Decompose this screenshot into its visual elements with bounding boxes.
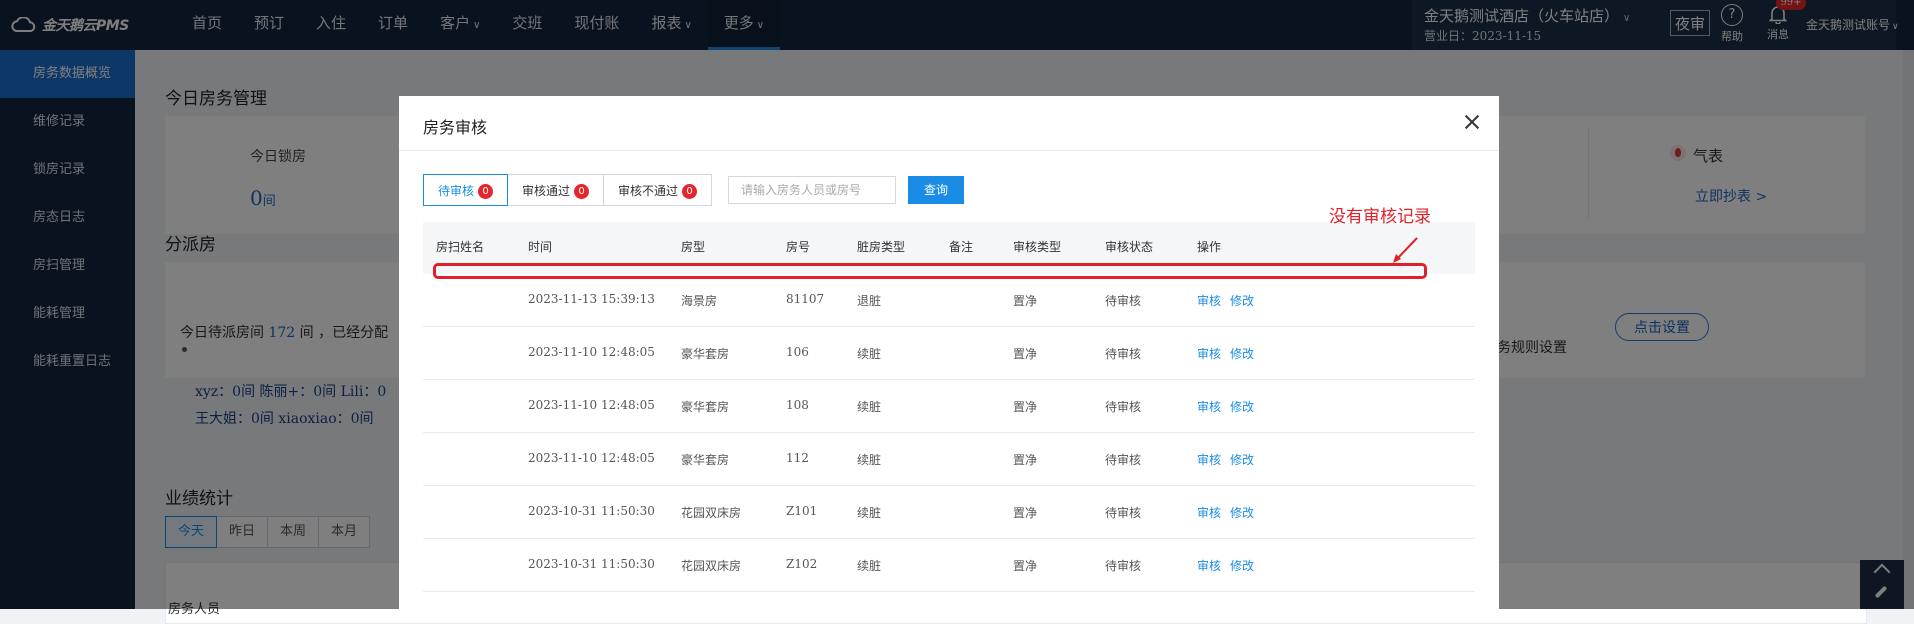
edit-link[interactable]: 修改 bbox=[1230, 398, 1254, 415]
dialog-title: 房务审核 bbox=[423, 118, 488, 137]
cell-room-no: Z101 bbox=[786, 504, 818, 518]
cell-audit-type: 置净 bbox=[1013, 347, 1038, 361]
column-header: 审核类型 bbox=[1013, 240, 1062, 254]
review-link[interactable]: 审核 bbox=[1197, 504, 1221, 521]
annotation-arrow-icon bbox=[1393, 237, 1418, 263]
table-row: 2023-11-10 12:48:05 豪华套房 108 续脏 置净 待审核 审核 修改 bbox=[423, 380, 1475, 433]
cell-dirty-type: 续脏 bbox=[857, 559, 882, 573]
column-header: 房扫姓名 bbox=[436, 240, 485, 254]
cell-dirty-type: 续脏 bbox=[857, 453, 882, 467]
cell-audit-type: 置净 bbox=[1013, 400, 1038, 414]
column-header: 备注 bbox=[949, 240, 974, 254]
cell-time: 2023-11-13 15:39:13 bbox=[528, 292, 655, 306]
column-header: 时间 bbox=[528, 240, 553, 254]
cell-room-no: 112 bbox=[786, 451, 809, 465]
review-link[interactable]: 审核 bbox=[1197, 345, 1221, 362]
cell-dirty-type: 退脏 bbox=[857, 294, 882, 308]
query-button[interactable]: 查询 bbox=[908, 176, 964, 204]
column-header: 脏房类型 bbox=[857, 240, 906, 254]
dialog-header: 房务审核 bbox=[399, 96, 1499, 151]
audit-tab-0[interactable]: 待审核 0 bbox=[423, 174, 509, 206]
audit-tab-label: 审核不通过 bbox=[618, 184, 679, 198]
cell-room-type: 花园双床房 bbox=[681, 506, 742, 520]
count-badge: 0 bbox=[478, 184, 494, 199]
table-row: 2023-11-13 15:39:13 海景房 81107 退脏 置净 待审核 审核 修改 bbox=[423, 274, 1475, 327]
cell-time: 2023-10-31 11:50:30 bbox=[528, 504, 655, 518]
count-badge: 0 bbox=[682, 184, 698, 199]
table-row: 2023-10-31 11:50:30 花园双床房 Z101 续脏 置净 待审核 审核 修改 bbox=[423, 486, 1475, 539]
audit-tab-1[interactable]: 审核通过 0 bbox=[508, 174, 605, 206]
audit-tab-2[interactable]: 审核不通过 0 bbox=[604, 174, 713, 206]
cell-room-type: 海景房 bbox=[681, 294, 718, 308]
column-header: 操作 bbox=[1197, 240, 1222, 254]
audit-table: 房扫姓名 时间 房型 房号 脏房类型 备注 审核类型 审核状态 操作 2023-11-13 15… bbox=[423, 222, 1475, 609]
housekeeping-audit-dialog: 房务审核 待审核0审核通过0审核不通过0 查询 房扫姓名时间房型房号脏房类型备注… bbox=[399, 96, 1499, 609]
audit-status-tabs: 待审核 0 审核通过 0 审核不通过 0 bbox=[423, 174, 713, 206]
table-body: 2023-11-13 15:39:13 海景房 81107 退脏 置净 待审核 审核 修改 20… bbox=[423, 274, 1475, 609]
cell-room-no: 106 bbox=[786, 345, 809, 359]
table-row: 2023-10-31 11:50:30 花园双床房 Z102 续脏 置净 待审核 审核 修改 bbox=[423, 539, 1475, 592]
cell-time: 2023-11-10 12:48:05 bbox=[528, 398, 655, 412]
cell-room-no: 108 bbox=[786, 398, 809, 412]
cell-dirty-type: 续脏 bbox=[857, 347, 882, 361]
close-icon[interactable] bbox=[1462, 112, 1482, 132]
edit-link[interactable]: 修改 bbox=[1230, 451, 1254, 468]
cell-dirty-type: 续脏 bbox=[857, 506, 882, 520]
count-badge: 0 bbox=[574, 184, 590, 199]
cell-time: 2023-11-10 12:48:05 bbox=[528, 451, 655, 465]
cell-audit-type: 置净 bbox=[1013, 559, 1038, 573]
review-link[interactable]: 审核 bbox=[1197, 398, 1221, 415]
table-row: 2023-11-10 12:48:05 豪华套房 112 续脏 置净 待审核 审核 修改 bbox=[423, 433, 1475, 486]
cell-room-no: 81107 bbox=[786, 292, 825, 306]
annotation-highlight-box bbox=[433, 263, 1427, 279]
cell-audit-status: 待审核 bbox=[1105, 453, 1142, 467]
column-header: 审核状态 bbox=[1105, 240, 1154, 254]
table-row: 2023-10-31 11:50:30花园双床房Z103续脏置净待审核审核修改 bbox=[423, 592, 1475, 609]
cell-audit-type: 置净 bbox=[1013, 506, 1038, 520]
cell-audit-status: 待审核 bbox=[1105, 559, 1142, 573]
table-row: 2023-11-10 12:48:05 豪华套房 106 续脏 置净 待审核 审核 修改 bbox=[423, 327, 1475, 380]
column-header: 房号 bbox=[786, 240, 811, 254]
review-link[interactable]: 审核 bbox=[1197, 557, 1221, 574]
cell-audit-status: 待审核 bbox=[1105, 400, 1142, 414]
cell-audit-status: 待审核 bbox=[1105, 294, 1142, 308]
edit-link[interactable]: 修改 bbox=[1230, 504, 1254, 521]
cell-room-type: 花园双床房 bbox=[681, 559, 742, 573]
cell-room-type: 豪华套房 bbox=[681, 347, 730, 361]
cell-audit-type: 置净 bbox=[1013, 453, 1038, 467]
cell-room-type: 豪华套房 bbox=[681, 453, 730, 467]
edit-link[interactable]: 修改 bbox=[1230, 557, 1254, 574]
audit-tab-label: 审核通过 bbox=[522, 184, 571, 198]
cell-audit-type: 置净 bbox=[1013, 294, 1038, 308]
review-link[interactable]: 审核 bbox=[1197, 292, 1221, 309]
search-input[interactable] bbox=[728, 176, 896, 204]
audit-tab-label: 待审核 bbox=[438, 184, 475, 198]
cell-audit-status: 待审核 bbox=[1105, 347, 1142, 361]
review-link[interactable]: 审核 bbox=[1197, 451, 1221, 468]
annotation-text: 没有审核记录 bbox=[1329, 207, 1431, 227]
cell-room-type: 豪华套房 bbox=[681, 400, 730, 414]
cell-room-no: Z102 bbox=[786, 557, 818, 571]
column-header: 房型 bbox=[681, 240, 706, 254]
edit-link[interactable]: 修改 bbox=[1230, 345, 1254, 362]
cell-audit-status: 待审核 bbox=[1105, 506, 1142, 520]
cell-dirty-type: 续脏 bbox=[857, 400, 882, 414]
edit-link[interactable]: 修改 bbox=[1230, 292, 1254, 309]
cell-time: 2023-10-31 11:50:30 bbox=[528, 557, 655, 571]
cell-time: 2023-11-10 12:48:05 bbox=[528, 345, 655, 359]
